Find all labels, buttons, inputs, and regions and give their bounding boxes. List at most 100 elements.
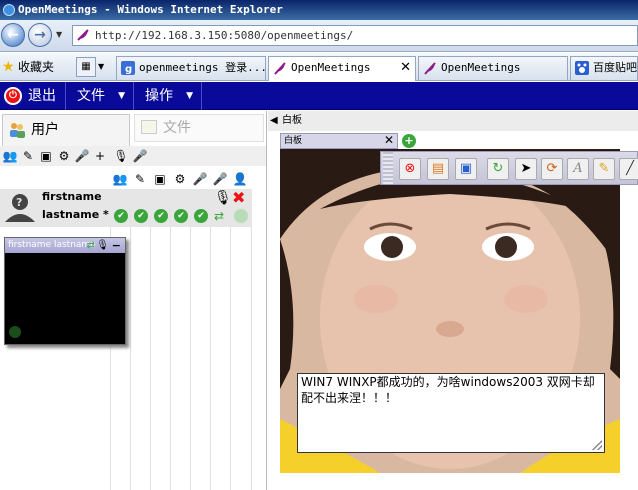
mic-icon[interactable]: 🎙 [96,238,109,253]
mic-mute-icon[interactable]: 🎤 [132,148,148,164]
resize-handle-icon[interactable] [592,440,602,450]
tab-files[interactable]: 文件 [134,114,264,142]
quick-tabs-icon[interactable]: ▦ [76,57,96,77]
tab-whiteboard[interactable]: 白板 [280,133,398,149]
grid-line [150,227,151,490]
rotate-icon[interactable]: ⟳ [541,158,563,180]
kick-user-icon[interactable]: ✖ [232,188,245,207]
save-icon[interactable]: ▣ [455,158,477,180]
users-icon [10,123,25,138]
video-title: firstname lastname [8,240,96,250]
screen-share-icon: ▣ [154,172,166,186]
refresh-icon[interactable]: ⇄ [87,238,95,253]
google-icon: g [121,61,135,75]
left-panel: 用户 文件 👥 ✎ ▣ ⚙ 🎤 + 🎙 🎤 👥 ✎ ▣ ⚙ 🎤 🎤 👤 ? fi… [0,111,267,490]
line-tool-icon[interactable]: ╱ [619,158,638,180]
chevron-down-icon: ▼ [186,91,193,101]
refresh-icon[interactable]: ⇄ [214,209,224,223]
close-icon[interactable]: ✕ [384,133,394,147]
user-add-icon[interactable]: + [92,148,108,164]
browser-tab-row: ★ 收藏夹 ▦ ▼ g openmeetings 登录... OpenMeeti… [0,53,638,81]
status-dot-icon [234,209,248,223]
browser-tab-openmeetings[interactable]: OpenMeetings [418,56,568,80]
video-title-bar[interactable]: firstname lastname ⇄ 🎙 − [5,238,125,253]
grid-line [210,227,211,490]
video-window[interactable]: firstname lastname ⇄ 🎙 − [4,237,126,345]
check-icon[interactable]: ✔ [114,209,128,223]
whiteboard-header-label: 白板 [282,115,302,126]
grid-line [130,227,131,490]
check-icon[interactable]: ✔ [154,209,168,223]
user-firstname: firstname [42,190,102,203]
pencil-icon: ✎ [134,172,146,186]
close-tab-icon[interactable]: ✕ [400,57,411,79]
address-text: http://192.168.3.150:5080/openmeetings/ [95,29,354,42]
mic-add-icon: 🎤 [212,172,228,186]
users-tab-label: 用户 [31,122,59,138]
tab-list-dropdown-icon[interactable]: ▼ [98,62,104,71]
user-lastname: lastname * [42,208,109,221]
clear-icon[interactable]: ⊗ [399,158,421,180]
remote-control-icon[interactable]: ⚙ [56,148,72,164]
text-tool-icon[interactable]: A [567,158,589,180]
baidu-paw-icon [575,61,589,75]
window-title-bar: OpenMeetings - Windows Internet Explorer [0,0,638,20]
check-icon[interactable]: ✔ [174,209,188,223]
actions-menu[interactable]: 操作 ▼ [134,82,202,110]
add-whiteboard-icon[interactable]: + [402,134,416,148]
window-title: OpenMeetings - Windows Internet Explorer [18,3,283,16]
avatar-icon: ? [5,194,35,222]
favorites-button[interactable]: ★ 收藏夹 [2,57,54,77]
back-button[interactable]: ← [1,23,25,47]
tab-label: OpenMeetings [291,61,371,74]
whiteboard-text: WIN7 WINXP都成功的，为啥windows2003 双网卡却配不出来涅！！… [301,375,595,405]
user-row[interactable]: ? firstname lastname * 🎙 ✖ ✔ ✔ ✔ ✔ ✔ ⇄ [0,188,252,227]
address-input[interactable]: http://192.168.3.150:5080/openmeetings/ [72,25,638,46]
power-icon: ⏻ [4,87,22,105]
history-dropdown-icon[interactable]: ▼ [56,30,62,39]
exit-button[interactable]: ⏻ 退出 [0,82,66,110]
remote-control-icon: ⚙ [174,172,186,186]
user-toolbar: 👥 ✎ ▣ ⚙ 🎤 + 🎙 🎤 [0,146,266,166]
ie-logo-icon [3,4,15,16]
pointer-icon[interactable]: ➤ [515,158,537,180]
user-group-icon[interactable]: 👥 [2,148,18,164]
browser-tab-baidu[interactable]: 百度贴吧 [570,56,638,80]
mic-icon[interactable]: 🎙 [113,148,129,164]
mic-add-icon[interactable]: 🎤 [74,148,90,164]
activity-dot-icon [9,326,21,338]
feather-icon [274,62,286,75]
tab-users[interactable]: 用户 [2,114,130,146]
minimize-icon[interactable]: − [112,238,121,253]
app-menu-bar: ⏻ 退出 文件 ▼ 操作 ▼ [0,82,638,110]
pencil-icon[interactable]: ✎ [593,158,615,180]
check-icon[interactable]: ✔ [134,209,148,223]
browser-tab-openmeetings-active[interactable]: OpenMeetings ✕ [268,56,416,81]
svg-text:g: g [125,64,132,75]
user-grid-lines [110,227,252,490]
whiteboard-tab-label: 白板 [284,136,303,146]
mic-icon[interactable]: 🎙 [214,190,232,206]
feather-icon [424,62,436,75]
new-document-icon[interactable]: ▤ [427,158,449,180]
star-icon: ★ [2,59,15,75]
whiteboard-toolbar: ⊗ ▤ ▣ ↻ ➤ ⟳ A ✎ ╱ [380,151,638,185]
refresh-icon[interactable]: ↻ [487,158,509,180]
tab-label: openmeetings 登录... [139,61,266,74]
svg-text:?: ? [16,196,22,209]
toolbar-grip[interactable] [383,152,393,184]
forward-button[interactable]: → [28,23,52,47]
browser-tab-login[interactable]: g openmeetings 登录... [116,56,266,80]
whiteboard-text-box[interactable]: WIN7 WINXP都成功的，为啥windows2003 双网卡却配不出来涅！！… [297,373,605,453]
whiteboard-header: ◀ 白板 [268,111,638,131]
favorites-label: 收藏夹 [18,60,55,74]
file-menu[interactable]: 文件 ▼ [66,82,134,110]
tab-label: 百度贴吧 [593,61,637,74]
pencil-icon[interactable]: ✎ [20,148,36,164]
tab-label: OpenMeetings [441,61,521,74]
check-icon[interactable]: ✔ [194,209,208,223]
chevron-left-icon[interactable]: ◀ [270,111,278,131]
grid-line [230,227,231,490]
screen-share-icon[interactable]: ▣ [38,148,54,164]
address-row: ← → ▼ http://192.168.3.150:5080/openmeet… [0,20,638,52]
